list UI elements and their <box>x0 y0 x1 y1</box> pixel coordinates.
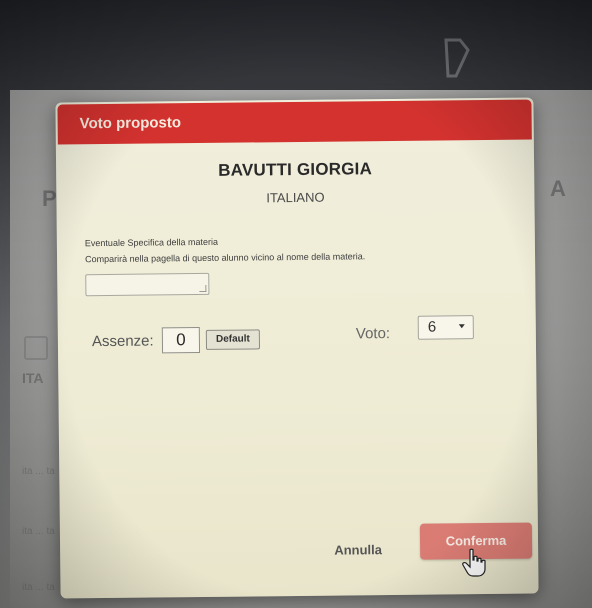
spec-label: Eventuale Specifica della materia <box>84 236 219 249</box>
voto-proposto-dialog: Voto proposto BAVUTTI GIORGIA ITALIANO E… <box>55 97 539 599</box>
dialog-title: Voto proposto <box>79 114 182 133</box>
dialog-header: Voto proposto <box>57 99 532 145</box>
resize-grip-icon[interactable] <box>199 284 207 293</box>
student-name: BAVUTTI GIORGIA <box>218 159 373 180</box>
photo-frame: P A ITA ita ... ta ita ... ta ita ... ta… <box>0 0 592 608</box>
background-row: ita ... ta <box>22 582 55 593</box>
chevron-down-icon <box>458 324 465 329</box>
background-row: ita ... ta <box>22 526 55 537</box>
spec-input[interactable] <box>85 272 210 297</box>
hand-cursor-icon <box>462 548 486 577</box>
assenze-input[interactable]: 0 <box>161 327 201 354</box>
background-heading-right: A <box>550 176 566 201</box>
background-checkbox <box>24 336 48 360</box>
voto-select[interactable]: 6 <box>417 315 474 340</box>
background-row: ita ... ta <box>22 466 55 477</box>
spec-help-text: Comparirà nella pagella di questo alunno… <box>85 251 366 265</box>
voto-value: 6 <box>427 318 437 336</box>
voto-label: Voto: <box>355 325 391 343</box>
cancel-button[interactable]: Annulla <box>322 535 394 566</box>
default-button[interactable]: Default <box>205 329 261 350</box>
background-icon <box>444 38 470 78</box>
background-heading-left: P <box>42 186 57 211</box>
background-row-label: ITA <box>22 370 44 386</box>
subject-name: ITALIANO <box>266 189 325 206</box>
assenze-label: Assenze: <box>91 332 154 351</box>
